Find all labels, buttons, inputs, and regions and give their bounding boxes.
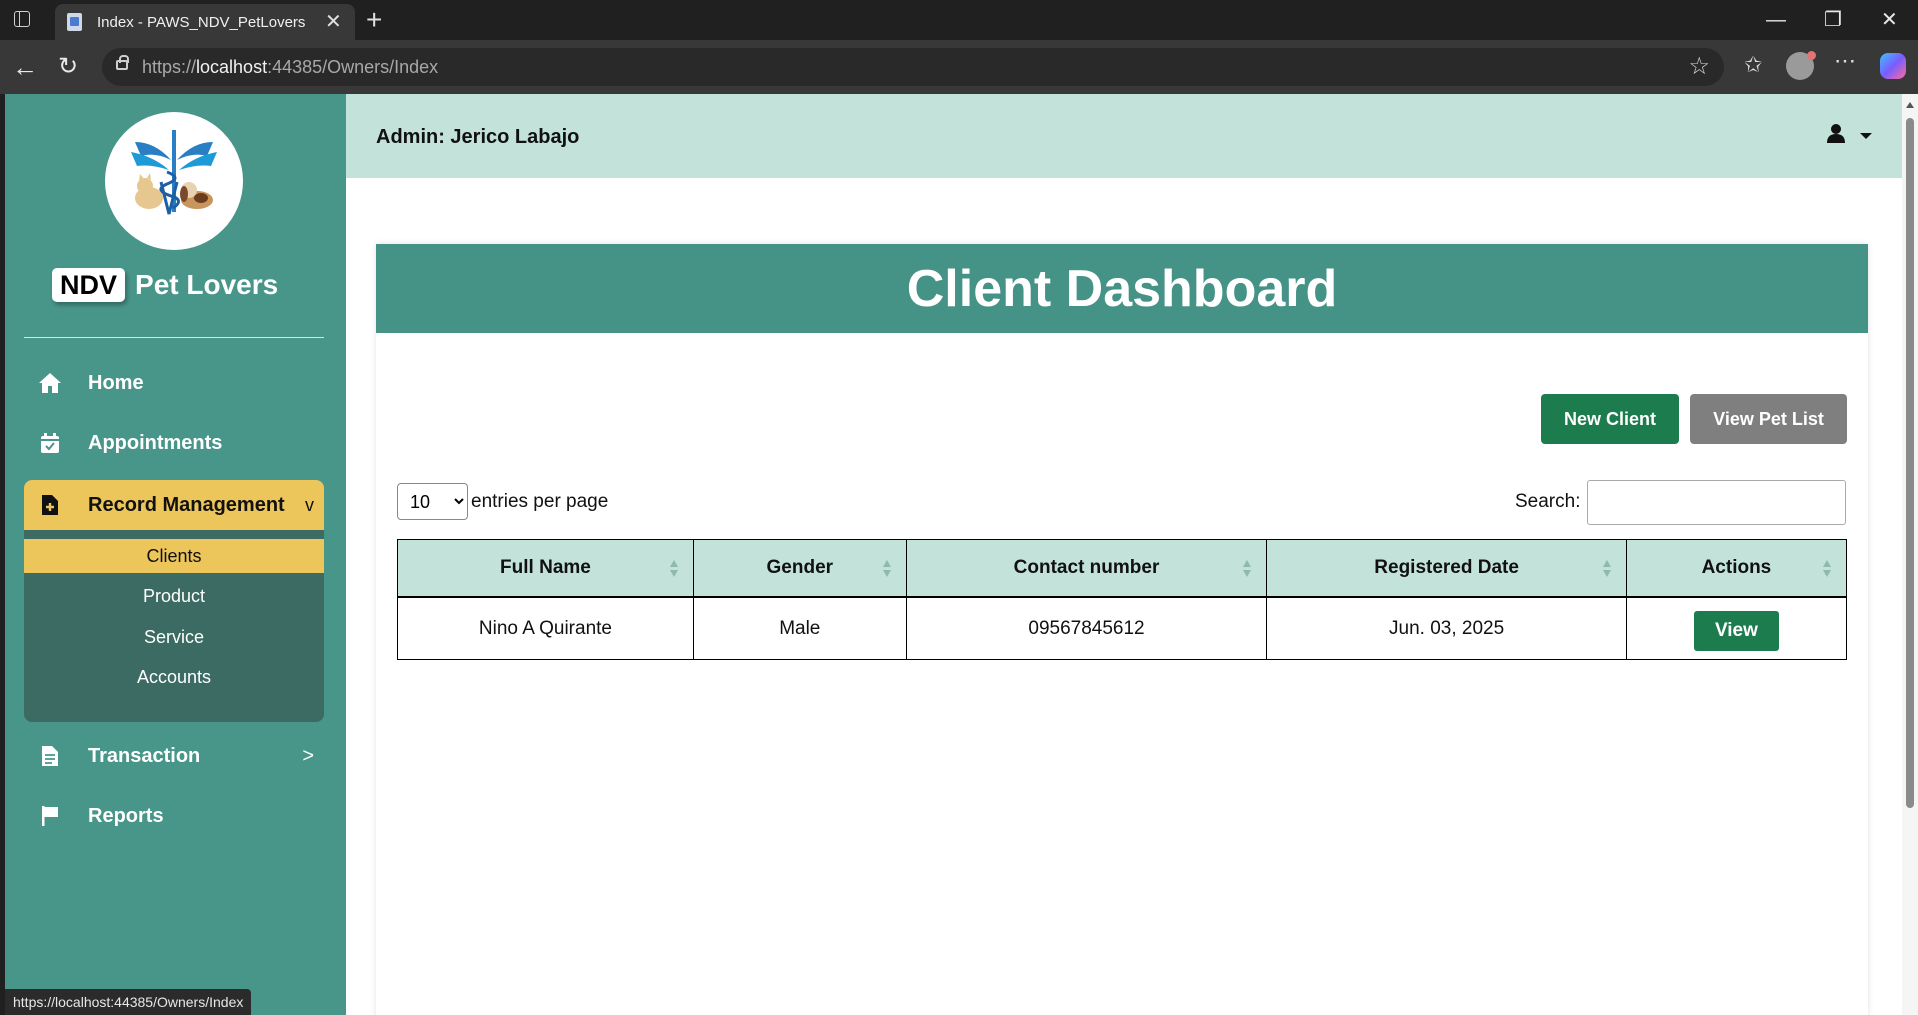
tab-actions-icon[interactable] <box>14 11 30 27</box>
refresh-icon[interactable]: ↻ <box>58 52 78 82</box>
lock-icon[interactable] <box>116 55 129 70</box>
favorite-star-icon[interactable]: ☆ <box>1688 52 1710 81</box>
flag-icon <box>30 805 70 827</box>
sidebar-item-label: Record Management <box>88 493 285 516</box>
table-row: Nino A Quirante Male 09567845612 Jun. 03… <box>397 596 1848 660</box>
chevron-right-icon: > <box>302 744 314 767</box>
copilot-icon[interactable] <box>1880 53 1906 79</box>
sidebar-item-record-management[interactable]: Record Management v <box>24 480 324 530</box>
scroll-thumb[interactable] <box>1906 118 1914 808</box>
column-header-label: Full Name <box>500 557 591 578</box>
clients-table: Full Name Gender Contact number Register… <box>397 539 1848 660</box>
url-text[interactable]: https://localhost:44385/Owners/Index <box>142 57 438 78</box>
brand: NDV Pet Lovers <box>52 268 278 302</box>
client-dashboard-card: Client Dashboard New Client View Pet Lis… <box>376 244 1868 1015</box>
favorites-icon[interactable]: ✩ <box>1744 52 1762 78</box>
column-header-label: Actions <box>1701 557 1772 578</box>
new-tab-icon[interactable]: + <box>366 4 382 36</box>
address-bar[interactable]: https://localhost:44385/Owners/Index ☆ <box>102 48 1724 86</box>
tab-title: Index - PAWS_NDV_PetLovers <box>97 14 306 31</box>
sidebar-item-label: Transaction <box>88 744 201 767</box>
view-pet-list-button[interactable]: View Pet List <box>1690 394 1847 444</box>
veterinary-logo-icon <box>131 130 217 215</box>
restore-icon[interactable]: ❐ <box>1824 4 1842 36</box>
brand-text: Pet Lovers <box>135 269 279 300</box>
view-button[interactable]: View <box>1693 610 1779 651</box>
cell-full-name: Nino A Quirante <box>397 596 694 660</box>
calendar-icon <box>30 432 70 454</box>
window-close-icon[interactable]: ✕ <box>1881 4 1898 36</box>
record-management-group: Record Management v Clients Product Serv… <box>24 480 324 722</box>
file-plus-icon <box>30 494 70 516</box>
clinic-logo <box>105 112 243 250</box>
admin-label: Admin: Jerico Labajo <box>376 126 580 148</box>
sidebar: NDV Pet Lovers Home Appointments Record <box>5 94 346 1015</box>
cell-registered-date: Jun. 03, 2025 <box>1266 596 1627 660</box>
browser-tab-strip: Index - PAWS_NDV_PetLovers ✕ + — ❐ ✕ <box>0 0 1918 40</box>
status-bar-url: https://localhost:44385/Owners/Index <box>5 989 252 1015</box>
card-header: Client Dashboard <box>376 244 1868 333</box>
entries-per-page-label: entries per page <box>471 491 609 512</box>
column-header-full-name[interactable]: Full Name <box>397 539 694 598</box>
top-header: Admin: Jerico Labajo <box>346 94 1902 178</box>
column-header-contact-number[interactable]: Contact number <box>905 539 1268 598</box>
submenu-item-product[interactable]: Product <box>24 579 324 613</box>
home-icon <box>30 372 70 394</box>
caret-down-icon <box>1860 133 1872 139</box>
back-icon[interactable]: ← <box>12 52 38 82</box>
sort-icon[interactable] <box>1822 560 1832 578</box>
page-scrollbar[interactable] <box>1902 94 1918 1015</box>
sidebar-item-label: Home <box>88 371 144 394</box>
sidebar-item-transaction[interactable]: Transaction > <box>24 731 324 781</box>
sidebar-item-reports[interactable]: Reports <box>24 791 324 841</box>
user-icon <box>1827 124 1845 143</box>
sidebar-item-label: Appointments <box>88 431 223 454</box>
chevron-down-icon: v <box>305 494 314 515</box>
sidebar-item-label: Reports <box>88 804 164 827</box>
column-header-registered-date[interactable]: Registered Date <box>1266 539 1627 598</box>
sort-icon[interactable] <box>1242 560 1252 578</box>
document-icon <box>30 745 70 767</box>
page-title: Client Dashboard <box>906 259 1338 318</box>
page-favicon-icon <box>67 13 82 31</box>
column-header-label: Registered Date <box>1374 557 1519 578</box>
sidebar-item-home[interactable]: Home <box>24 358 324 408</box>
user-menu-dropdown[interactable] <box>1826 123 1876 149</box>
brand-badge: NDV <box>52 268 126 302</box>
sort-icon[interactable] <box>1602 560 1612 578</box>
browser-tab[interactable]: Index - PAWS_NDV_PetLovers ✕ <box>55 4 355 40</box>
minimize-icon[interactable]: — <box>1766 4 1786 36</box>
table-header-row: Full Name Gender Contact number Register… <box>397 539 1848 598</box>
sidebar-divider <box>24 337 324 338</box>
entries-per-page-select[interactable]: 10 25 50 100 <box>397 483 468 520</box>
column-header-label: Contact number <box>1013 557 1160 578</box>
close-tab-icon[interactable]: ✕ <box>325 10 342 34</box>
column-header-gender[interactable]: Gender <box>692 539 907 598</box>
sort-icon[interactable] <box>882 560 892 578</box>
address-bar-row: ← ↻ https://localhost:44385/Owners/Index… <box>0 40 1918 94</box>
more-options-icon[interactable]: ⋯ <box>1834 48 1856 74</box>
cell-contact: 09567845612 <box>905 596 1268 660</box>
page-viewport: NDV Pet Lovers Home Appointments Record <box>5 94 1918 1015</box>
sidebar-item-appointments[interactable]: Appointments <box>24 418 324 468</box>
submenu-item-accounts[interactable]: Accounts <box>24 660 324 694</box>
submenu-item-service[interactable]: Service <box>24 620 324 654</box>
sort-icon[interactable] <box>669 560 679 578</box>
submenu-item-clients[interactable]: Clients <box>24 539 324 573</box>
search-input[interactable] <box>1587 480 1846 525</box>
search-label: Search: <box>1515 491 1581 512</box>
cell-actions: View <box>1625 596 1848 660</box>
profile-avatar-icon[interactable] <box>1786 51 1816 80</box>
cell-gender: Male <box>692 596 907 660</box>
column-header-label: Gender <box>766 557 834 578</box>
new-client-button[interactable]: New Client <box>1541 394 1679 444</box>
scroll-up-arrow-icon[interactable] <box>1906 102 1914 108</box>
column-header-actions[interactable]: Actions <box>1625 539 1848 598</box>
